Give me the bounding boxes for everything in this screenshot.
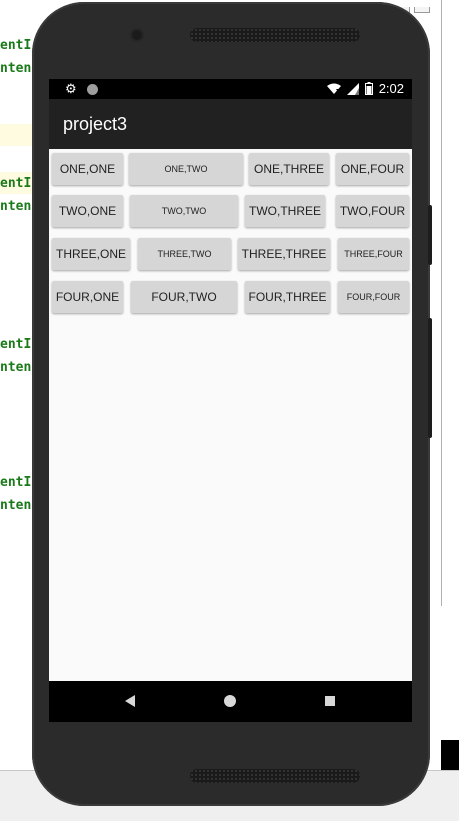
emulator-screen: ⚙ 2:02 project3 ONE,ONE ONE,TWO ONE,THRE…	[49, 79, 412, 722]
power-button[interactable]	[428, 318, 432, 438]
code-line: entI	[0, 38, 32, 53]
back-icon[interactable]	[125, 695, 135, 707]
grid-button[interactable]: FOUR,ONE	[52, 281, 123, 313]
grid-button[interactable]: FOUR,THREE	[245, 281, 330, 313]
grid-button[interactable]: TWO,ONE	[52, 195, 123, 227]
button-row: ONE,ONE ONE,TWO ONE,THREE ONE,FOUR	[49, 153, 412, 189]
battery-icon	[364, 82, 373, 95]
code-line: nten	[0, 498, 32, 513]
signal-icon	[346, 82, 359, 95]
home-icon[interactable]	[224, 695, 236, 707]
grid-button[interactable]: ONE,ONE	[52, 153, 123, 185]
code-line: entI	[0, 337, 32, 352]
wifi-icon	[326, 83, 341, 94]
ide-window-controls[interactable]	[394, 0, 434, 13]
grid-button[interactable]: ONE,FOUR	[336, 153, 409, 185]
grid-button[interactable]: FOUR,FOUR	[338, 281, 409, 313]
code-line: nten	[0, 360, 32, 375]
grid-button[interactable]: TWO,FOUR	[336, 195, 409, 227]
app-title: project3	[63, 114, 128, 134]
recent-apps-icon[interactable]	[325, 696, 335, 706]
status-bar: ⚙ 2:02	[49, 79, 412, 99]
navigation-bar	[49, 681, 412, 722]
code-line: nten	[0, 61, 32, 76]
grid-button[interactable]: THREE,FOUR	[338, 238, 409, 270]
ide-side-panel	[441, 0, 459, 606]
button-row: FOUR,ONE FOUR,TWO FOUR,THREE FOUR,FOUR	[49, 281, 412, 317]
grid-button[interactable]: ONE,THREE	[249, 153, 329, 185]
code-line: nten	[0, 199, 32, 214]
grid-button[interactable]: TWO,THREE	[245, 195, 325, 227]
earpiece-speaker	[190, 28, 360, 42]
grid-button[interactable]: THREE,TWO	[138, 238, 231, 270]
grid-button[interactable]: TWO,TWO	[130, 195, 238, 227]
status-time: 2:02	[378, 81, 404, 96]
code-line: entI	[0, 176, 32, 191]
bottom-speaker	[190, 769, 360, 783]
button-row: THREE,ONE THREE,TWO THREE,THREE THREE,FO…	[49, 238, 412, 274]
grid-button[interactable]: ONE,TWO	[129, 153, 243, 185]
grid-button[interactable]: THREE,ONE	[52, 238, 130, 270]
grid-button[interactable]: FOUR,TWO	[131, 281, 237, 313]
circle-icon	[86, 83, 98, 95]
volume-button[interactable]	[428, 205, 432, 265]
gear-icon: ⚙	[65, 81, 77, 96]
grid-button[interactable]: THREE,THREE	[238, 238, 330, 270]
app-bar: project3	[49, 99, 412, 149]
button-row: TWO,ONE TWO,TWO TWO,THREE TWO,FOUR	[49, 195, 412, 231]
code-line: entI	[0, 475, 32, 490]
front-camera-icon	[132, 30, 142, 40]
